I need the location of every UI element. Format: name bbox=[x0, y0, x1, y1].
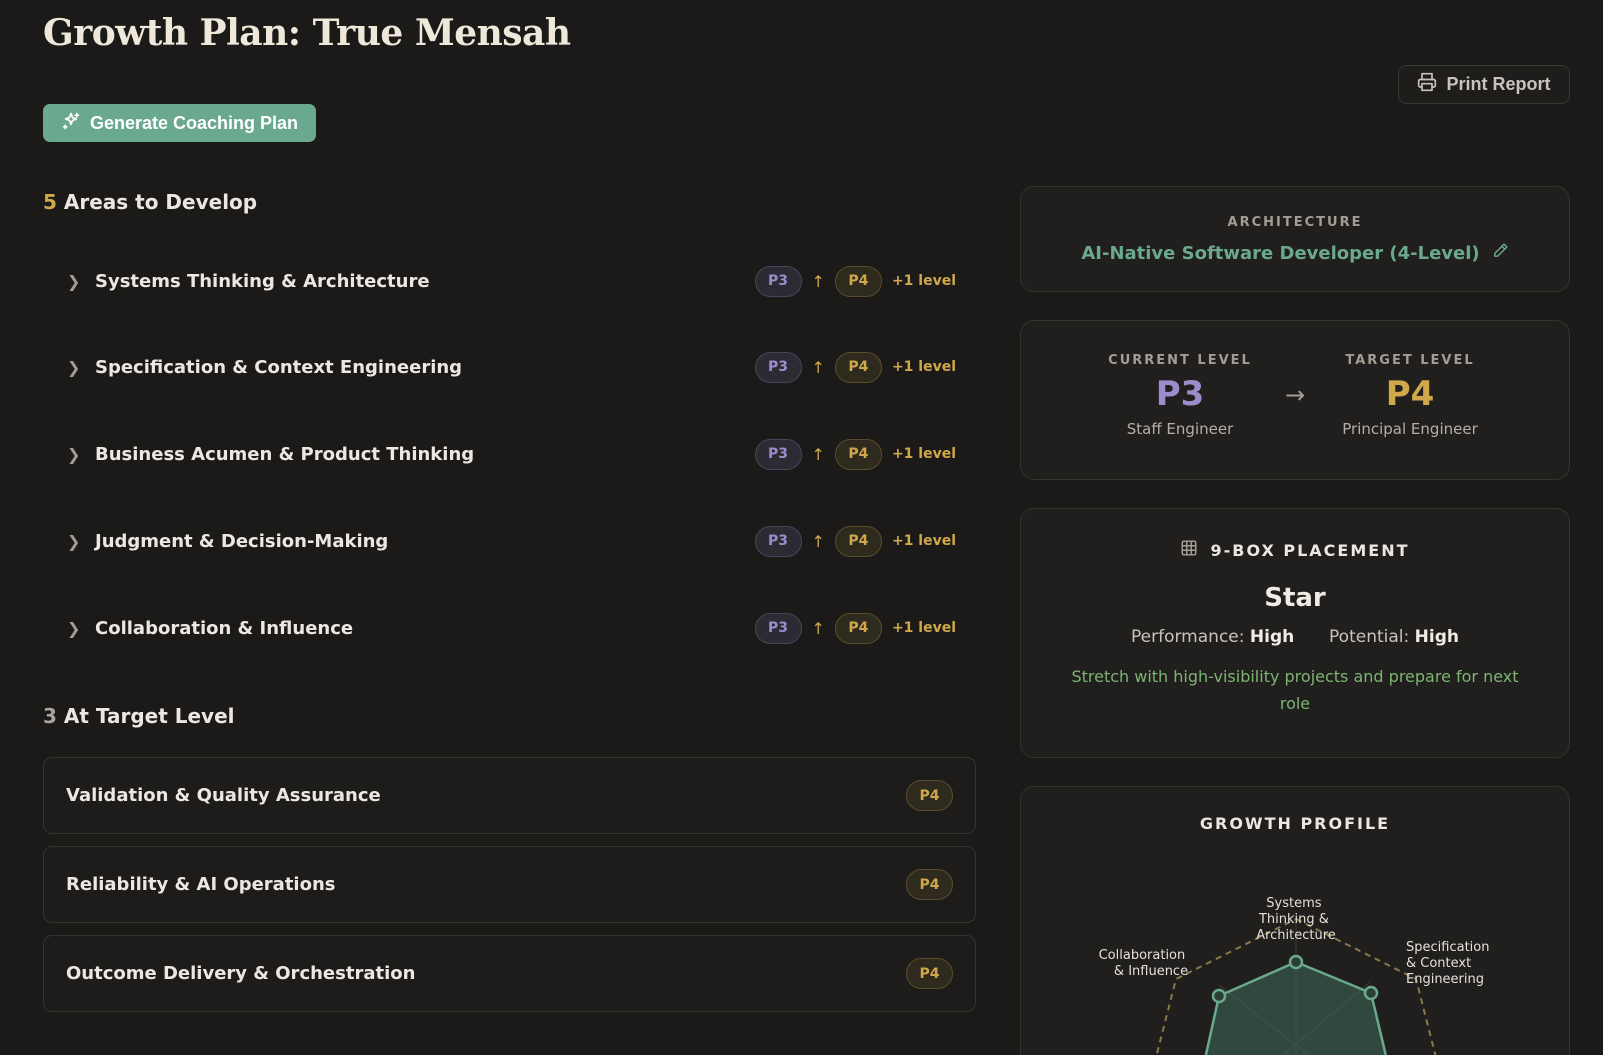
chevron-right-icon[interactable]: ❯ bbox=[43, 272, 95, 291]
at-target-heading: 3 At Target Level bbox=[43, 704, 235, 728]
architecture-caption: ARCHITECTURE bbox=[1227, 215, 1363, 230]
nine-box-heading: 9-BOX PLACEMENT bbox=[1021, 539, 1569, 561]
performance-value: High bbox=[1249, 627, 1295, 647]
develop-title: Areas to Develop bbox=[63, 190, 258, 214]
printer-icon bbox=[1417, 72, 1437, 97]
target-level-badge: P4 bbox=[834, 612, 882, 644]
pencil-icon[interactable] bbox=[1492, 242, 1509, 264]
target-level-badge: P4 bbox=[834, 265, 882, 297]
competency-label: Collaboration & Influence bbox=[95, 617, 354, 639]
at-target-card-reliability: Reliability & AI Operations P4 bbox=[43, 846, 976, 923]
develop-count: 5 bbox=[43, 190, 57, 214]
current-level-badge: P3 bbox=[754, 525, 802, 557]
competency-label: Outcome Delivery & Orchestration bbox=[66, 963, 416, 984]
grid-icon bbox=[1180, 539, 1198, 561]
radar-chart: Systems Thinking & Architecture Specific… bbox=[1099, 896, 1494, 1055]
generate-coaching-plan-label: Generate Coaching Plan bbox=[90, 112, 299, 133]
current-level-caption: CURRENT LEVEL bbox=[1108, 353, 1252, 368]
radar-point bbox=[1288, 954, 1304, 970]
nine-box-placement: Star bbox=[1264, 583, 1326, 613]
radar-point bbox=[1211, 988, 1227, 1004]
performance-potential: Performance: High Potential: High bbox=[1021, 627, 1569, 647]
chevron-right-icon[interactable]: ❯ bbox=[43, 532, 95, 551]
page-title: Growth Plan: True Mensah bbox=[43, 12, 571, 54]
develop-row-systems-thinking[interactable]: ❯ Systems Thinking & Architecture P3 ↑ P… bbox=[43, 261, 976, 301]
target-level-badge: P4 bbox=[834, 438, 882, 470]
level-badge: P4 bbox=[906, 958, 953, 989]
architecture-panel: ARCHITECTURE AI-Native Software Develope… bbox=[1020, 186, 1570, 292]
architecture-value: AI-Native Software Developer (4-Level) bbox=[1081, 242, 1480, 264]
competency-label: Systems Thinking & Architecture bbox=[95, 270, 430, 292]
level-delta: +1 level bbox=[891, 446, 956, 462]
chevron-right-icon[interactable]: ❯ bbox=[43, 445, 95, 464]
current-level-badge: P3 bbox=[754, 265, 802, 297]
arrow-up-icon: ↑ bbox=[811, 618, 825, 638]
target-level-badge: P4 bbox=[834, 525, 882, 557]
arrow-right-icon: → bbox=[1284, 381, 1306, 409]
performance-label: Performance: bbox=[1131, 627, 1245, 647]
competency-label: Judgment & Decision-Making bbox=[95, 530, 389, 552]
competency-label: Reliability & AI Operations bbox=[66, 874, 336, 895]
at-target-count: 3 bbox=[43, 704, 57, 728]
develop-row-judgment[interactable]: ❯ Judgment & Decision-Making P3 ↑ P4 +1 … bbox=[43, 521, 976, 561]
level-delta: +1 level bbox=[891, 533, 956, 549]
architecture-name: AI-Native Software Developer (4-Level) bbox=[1021, 242, 1569, 264]
arrow-up-icon: ↑ bbox=[811, 444, 825, 464]
arrow-up-icon: ↑ bbox=[811, 271, 825, 291]
at-target-title: At Target Level bbox=[63, 704, 235, 728]
growth-profile-panel: GROWTH PROFILE Systems Thinking & Archit… bbox=[1020, 786, 1570, 1055]
arrow-up-icon: ↑ bbox=[811, 357, 825, 377]
current-level-badge: P3 bbox=[754, 612, 802, 644]
chevron-right-icon[interactable]: ❯ bbox=[43, 358, 95, 377]
level-delta: +1 level bbox=[891, 620, 956, 636]
at-target-card-validation: Validation & Quality Assurance P4 bbox=[43, 757, 976, 834]
chevron-right-icon[interactable]: ❯ bbox=[43, 619, 95, 638]
target-level: TARGET LEVEL P4 Principal Engineer bbox=[1315, 353, 1505, 438]
current-level-badge: P3 bbox=[754, 438, 802, 470]
develop-row-specification[interactable]: ❯ Specification & Context Engineering P3… bbox=[43, 347, 976, 387]
nine-box-caption: 9-BOX PLACEMENT bbox=[1210, 540, 1410, 560]
level-delta: +1 level bbox=[891, 273, 956, 289]
arrow-up-icon: ↑ bbox=[811, 531, 825, 551]
current-level-value: P3 bbox=[1155, 374, 1205, 414]
radar-axis-label-collaboration: Collaboration & Influence bbox=[1099, 948, 1190, 979]
level-panel: CURRENT LEVEL P3 Staff Engineer → TARGET… bbox=[1020, 320, 1570, 480]
target-level-title: Principal Engineer bbox=[1342, 420, 1478, 438]
radar-profile-area bbox=[1204, 960, 1388, 1055]
at-target-card-outcome-delivery: Outcome Delivery & Orchestration P4 bbox=[43, 935, 976, 1012]
radar-axis-label-systems: Systems Thinking & Architecture bbox=[1256, 896, 1336, 943]
potential-label: Potential: bbox=[1329, 627, 1410, 647]
print-report-label: Print Report bbox=[1446, 74, 1551, 94]
nine-box-advice: Stretch with high-visibility projects an… bbox=[1071, 667, 1519, 713]
competency-label: Specification & Context Engineering bbox=[95, 356, 463, 378]
print-report-button[interactable]: Print Report bbox=[1398, 65, 1570, 104]
target-level-value: P4 bbox=[1385, 374, 1435, 414]
target-level-badge: P4 bbox=[834, 351, 882, 383]
competency-label: Validation & Quality Assurance bbox=[66, 785, 381, 806]
develop-row-collaboration[interactable]: ❯ Collaboration & Influence P3 ↑ P4 +1 l… bbox=[43, 608, 976, 648]
level-badge: P4 bbox=[906, 869, 953, 900]
current-level: CURRENT LEVEL P3 Staff Engineer bbox=[1085, 353, 1275, 438]
radar-point bbox=[1363, 985, 1379, 1001]
competency-label: Business Acumen & Product Thinking bbox=[95, 443, 475, 465]
develop-row-business-acumen[interactable]: ❯ Business Acumen & Product Thinking P3 … bbox=[43, 434, 976, 474]
level-delta: +1 level bbox=[891, 359, 956, 375]
potential-value: High bbox=[1414, 627, 1459, 647]
nine-box-panel: 9-BOX PLACEMENT Star Performance: High P… bbox=[1020, 508, 1570, 758]
sparkles-icon bbox=[61, 111, 81, 136]
generate-coaching-plan-button[interactable]: Generate Coaching Plan bbox=[43, 104, 316, 142]
radar-axis-label-specification: Specification & Context Engineering bbox=[1406, 940, 1494, 987]
current-level-title: Staff Engineer bbox=[1126, 420, 1234, 438]
areas-to-develop-heading: 5 Areas to Develop bbox=[43, 190, 257, 214]
target-level-caption: TARGET LEVEL bbox=[1345, 353, 1475, 368]
current-level-badge: P3 bbox=[754, 351, 802, 383]
level-badge: P4 bbox=[906, 780, 953, 811]
